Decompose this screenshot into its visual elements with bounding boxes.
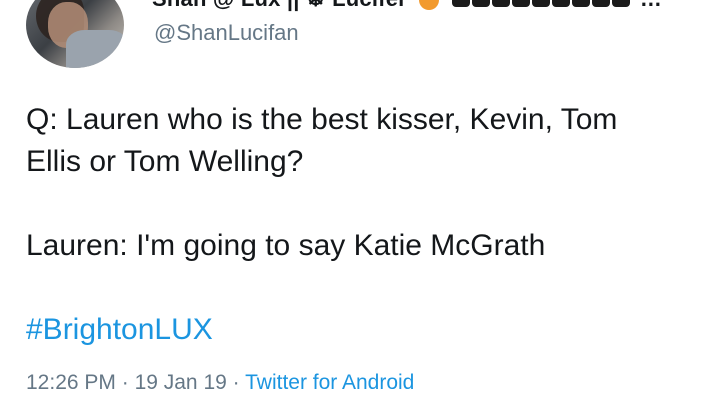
tweet-text-line: Lauren: I'm going to say Katie McGrath	[26, 229, 546, 262]
avatar[interactable]	[26, 0, 124, 68]
hashtag-link[interactable]: #BrightonLUX	[26, 309, 213, 351]
tweet-metadata: 12:26 PM · 19 Jan 19 · Twitter for Andro…	[26, 370, 414, 396]
tweet-card: Shan @ Lux || ☸ Lucifer … @ShanLucifan Q…	[0, 0, 720, 405]
avatar-shirt	[66, 30, 124, 68]
tweet-time[interactable]: 12:26 PM	[26, 371, 116, 394]
truncation-ellipsis: …	[640, 0, 662, 11]
smiling-face-emoji-icon	[419, 0, 440, 11]
tweet-text-line: Ellis or Tom Welling?	[26, 145, 304, 178]
tweet-source-link[interactable]: Twitter for Android	[245, 371, 414, 394]
emoji-sequence-icon	[451, 0, 632, 13]
user-handle[interactable]: @ShanLucifan	[154, 20, 299, 46]
tweet-header: Shan @ Lux || ☸ Lucifer … @ShanLucifan	[0, 0, 720, 72]
meta-separator: ·	[115, 371, 135, 394]
tweet-text-line: Q: Lauren who is the best kisser, Kevin,…	[26, 103, 618, 136]
tweet-date[interactable]: 19 Jan 19	[135, 371, 227, 394]
display-name[interactable]: Shan @ Lux || ☸ Lucifer …	[152, 0, 662, 13]
meta-separator: ·	[226, 371, 246, 394]
display-name-text: Shan @ Lux || ☸ Lucifer	[152, 0, 407, 11]
